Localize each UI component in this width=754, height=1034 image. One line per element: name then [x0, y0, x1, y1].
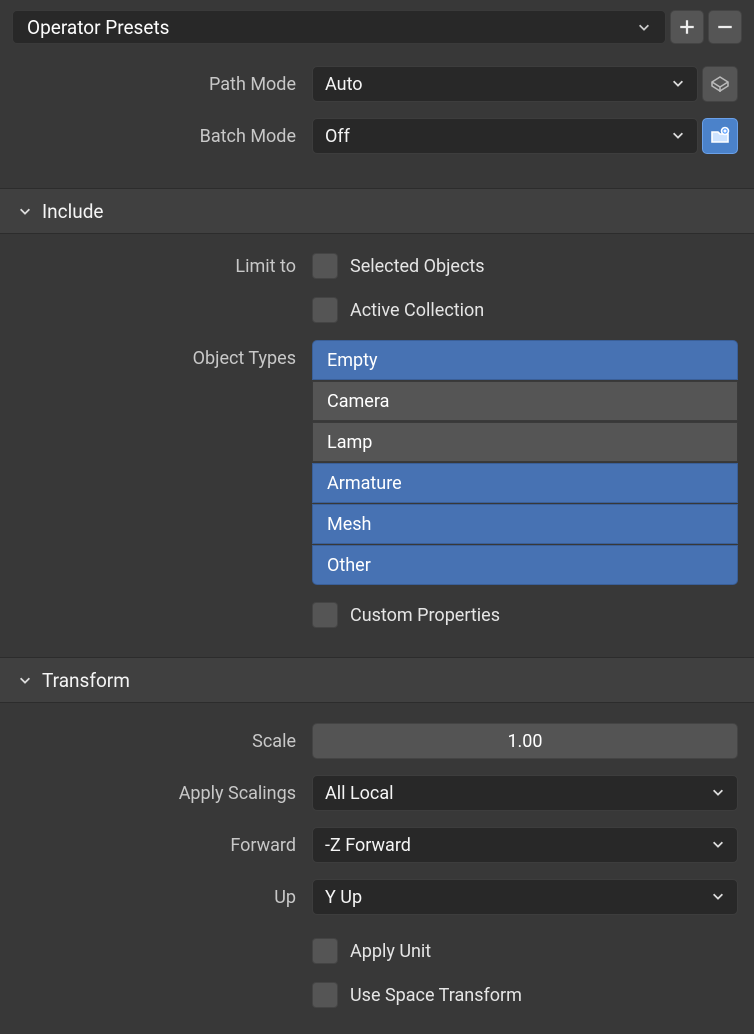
forward-label: Forward	[12, 835, 312, 856]
limit-to-label: Limit to	[12, 256, 312, 277]
chevron-down-icon	[637, 16, 651, 39]
forward-value: -Z Forward	[325, 835, 411, 856]
active-collection-label: Active Collection	[350, 300, 484, 321]
chevron-down-icon	[671, 74, 685, 95]
custom-properties-checkbox[interactable]	[312, 602, 338, 628]
apply-unit-label: Apply Unit	[350, 941, 431, 962]
operator-panel: Operator Presets	[0, 0, 754, 44]
preset-add-button[interactable]	[670, 10, 704, 44]
object-types-label: Object Types	[12, 340, 312, 369]
object-type-empty[interactable]: Empty	[312, 340, 738, 380]
path-mode-select[interactable]: Auto	[312, 66, 698, 102]
include-title: Include	[42, 200, 104, 223]
transform-section-header[interactable]: Transform	[0, 657, 754, 703]
object-type-mesh[interactable]: Mesh	[312, 504, 738, 544]
object-types-list: EmptyCameraLampArmatureMeshOther	[312, 340, 742, 585]
apply-scalings-select[interactable]: All Local	[312, 775, 738, 811]
use-space-transform-label: Use Space Transform	[350, 985, 522, 1006]
batch-mode-label: Batch Mode	[12, 126, 312, 147]
forward-select[interactable]: -Z Forward	[312, 827, 738, 863]
use-space-transform-checkbox[interactable]	[312, 982, 338, 1008]
object-type-lamp[interactable]: Lamp	[312, 422, 738, 462]
transform-body: Scale 1.00 Apply Scalings All Local Forw…	[0, 713, 754, 1017]
up-select[interactable]: Y Up	[312, 879, 738, 915]
operator-presets-dropdown[interactable]: Operator Presets	[12, 10, 666, 44]
top-form: Path Mode Auto Batch Mode Off	[0, 64, 754, 156]
object-type-camera[interactable]: Camera	[312, 381, 738, 421]
batch-mode-select[interactable]: Off	[312, 118, 698, 154]
chevron-down-icon	[671, 126, 685, 147]
apply-scalings-label: Apply Scalings	[12, 783, 312, 804]
chevron-down-icon	[18, 200, 32, 223]
preset-row: Operator Presets	[12, 10, 742, 44]
up-label: Up	[12, 887, 312, 908]
scale-value: 1.00	[507, 731, 542, 752]
apply-unit-checkbox[interactable]	[312, 938, 338, 964]
custom-properties-label: Custom Properties	[350, 605, 500, 626]
batch-mode-value: Off	[325, 126, 350, 147]
operator-presets-label: Operator Presets	[27, 16, 169, 39]
chevron-down-icon	[18, 669, 32, 692]
transform-title: Transform	[42, 669, 130, 692]
object-type-armature[interactable]: Armature	[312, 463, 738, 503]
chevron-down-icon	[711, 835, 725, 856]
path-mode-label: Path Mode	[12, 74, 312, 95]
object-type-other[interactable]: Other	[312, 545, 738, 585]
up-value: Y Up	[325, 887, 362, 908]
scale-field[interactable]: 1.00	[312, 723, 738, 759]
embed-textures-button[interactable]	[702, 66, 738, 102]
selected-objects-label: Selected Objects	[350, 256, 485, 277]
active-collection-checkbox[interactable]	[312, 297, 338, 323]
apply-scalings-value: All Local	[325, 783, 394, 804]
path-mode-value: Auto	[325, 74, 363, 95]
batch-own-dir-button[interactable]	[702, 118, 738, 154]
chevron-down-icon	[711, 887, 725, 908]
scale-label: Scale	[12, 731, 312, 752]
include-body: Limit to Selected Objects Active Collect…	[0, 244, 754, 637]
preset-remove-button[interactable]	[708, 10, 742, 44]
chevron-down-icon	[711, 783, 725, 804]
selected-objects-checkbox[interactable]	[312, 253, 338, 279]
include-section-header[interactable]: Include	[0, 188, 754, 234]
